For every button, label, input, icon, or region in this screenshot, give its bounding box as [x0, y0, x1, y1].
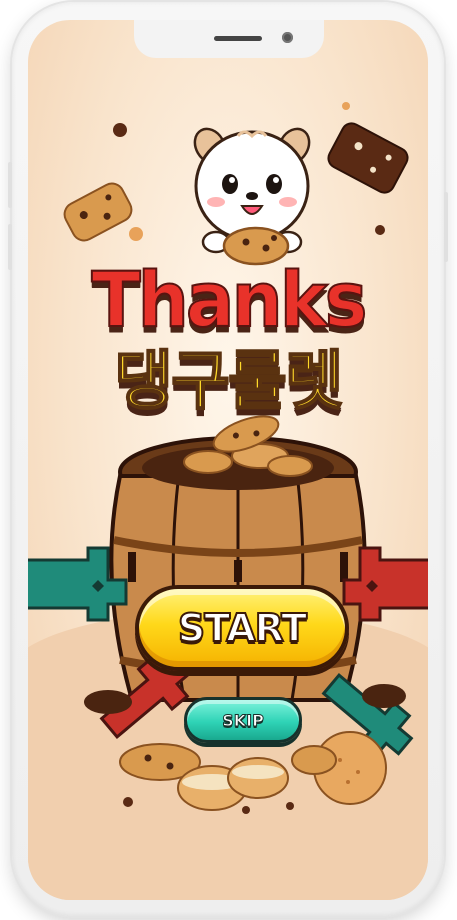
start-button-label: START	[177, 605, 308, 651]
chocolate-cookie-icon	[327, 122, 409, 194]
volume-down-button	[8, 224, 12, 270]
crumb-icon	[342, 102, 350, 110]
title-korean: 댕구룰렛	[113, 344, 345, 420]
camera-icon	[282, 32, 293, 43]
crumb-icon	[113, 123, 127, 137]
puppy-mascot-icon	[193, 127, 311, 266]
device-mockup: Thanks 댕구룰렛 START SKIP	[0, 0, 457, 920]
cookie-icon	[63, 182, 133, 242]
start-button[interactable]: START	[135, 585, 349, 671]
power-button	[444, 192, 448, 262]
crumb-icon	[375, 225, 385, 235]
skip-button-label: SKIP	[222, 710, 265, 730]
phone-notch	[134, 20, 324, 58]
game-screen: Thanks 댕구룰렛 START SKIP	[28, 20, 428, 900]
volume-up-button	[8, 162, 12, 208]
skip-button[interactable]: SKIP	[184, 697, 302, 743]
game-artwork	[28, 102, 428, 814]
speaker-icon	[214, 36, 262, 41]
crumb-icon	[129, 227, 143, 241]
